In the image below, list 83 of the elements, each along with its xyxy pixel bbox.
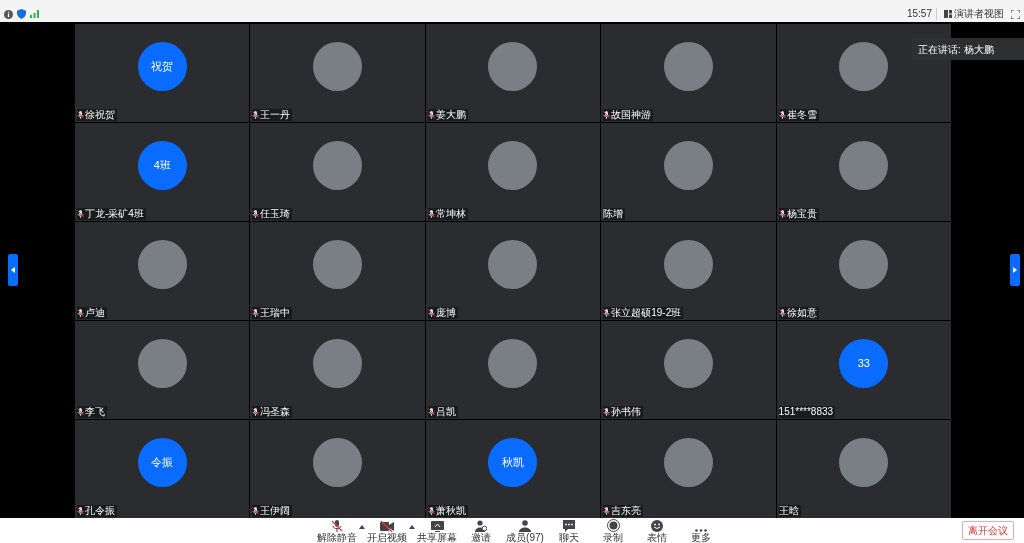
participant-tile[interactable]: 故国神游	[601, 24, 776, 122]
participant-name: 庞博	[435, 307, 456, 319]
participant-tile[interactable]: 冯圣森	[250, 321, 425, 419]
toolbar-button[interactable]: 录制	[591, 518, 635, 543]
layout-icon	[944, 10, 952, 18]
initials-avatar: 秋凯	[488, 437, 538, 487]
initials-avatar: 令振	[137, 437, 187, 487]
toolbar-button[interactable]: 邀请	[459, 518, 503, 543]
participant-name: 151****8833	[778, 406, 834, 418]
more-icon	[695, 529, 707, 532]
participant-name: 徐如意	[786, 307, 817, 319]
participant-tile[interactable]: 王一丹	[250, 24, 425, 122]
participant-name: 故国神游	[611, 109, 652, 121]
participant-name: 吉东亮	[611, 505, 642, 517]
participant-tile[interactable]: 姜大鹏	[425, 24, 601, 122]
toolbar-button[interactable]: 成员(97)	[503, 518, 547, 543]
participant-name: 崔冬雪	[786, 109, 817, 121]
previous-page-button[interactable]	[8, 254, 18, 286]
participant-tile[interactable]: 秋凯 萧秋凯	[425, 420, 601, 518]
participant-name: 孙书伟	[611, 406, 642, 418]
participant-name: 杨宝贵	[786, 208, 817, 220]
participant-tile[interactable]: 令振 孔令振	[75, 420, 250, 518]
participant-tile[interactable]: 徐如意	[776, 222, 951, 320]
participant-tile[interactable]: 常坤林	[425, 123, 601, 221]
participant-name: 任玉琦	[260, 208, 291, 220]
info-icon[interactable]	[4, 9, 13, 19]
participant-tile[interactable]: 4班 丁龙-采矿4班	[75, 123, 250, 221]
participant-name: 李飞	[85, 406, 105, 418]
initials-avatar: 祝贺	[137, 41, 187, 91]
participant-name: 丁龙-采矿4班	[85, 208, 144, 220]
participant-name: 王晗	[778, 505, 799, 517]
toolbar-button[interactable]: 更多	[679, 518, 723, 543]
person-icon	[519, 520, 531, 532]
participant-tile[interactable]: 任玉琦	[250, 123, 425, 221]
participant-name: 张立超硕19-2班	[611, 307, 682, 319]
participant-name: 萧秋凯	[435, 505, 466, 517]
participant-tile[interactable]: 李飞	[75, 321, 250, 419]
speaker-view-button[interactable]: 演讲者视图	[941, 8, 1007, 20]
participant-tile[interactable]: 庞博	[425, 222, 601, 320]
participant-tile[interactable]: 王瑞中	[250, 222, 425, 320]
participant-name: 姜大鹏	[435, 109, 466, 121]
participant-tile[interactable]: 王晗	[776, 420, 951, 518]
fullscreen-icon[interactable]	[1011, 9, 1020, 19]
signal-icon	[30, 10, 39, 18]
participant-name: 孔令振	[85, 505, 115, 517]
toolbar-button[interactable]: 聊天	[547, 518, 591, 543]
participant-name: 吕凯	[435, 406, 456, 418]
right-arrow-icon	[1013, 267, 1017, 273]
record-icon	[606, 519, 620, 532]
toolbar-button[interactable]: 共享屏幕	[415, 518, 459, 543]
participant-name: 冯圣森	[260, 406, 291, 418]
shield-icon[interactable]	[17, 9, 26, 19]
participant-name: 常坤林	[435, 208, 466, 220]
initials-avatar: 33	[839, 338, 889, 388]
participant-name: 王一丹	[260, 109, 291, 121]
participant-tile[interactable]: 祝贺 徐祝贺	[75, 24, 250, 122]
caret-icon[interactable]	[409, 525, 415, 529]
initials-avatar: 4班	[137, 140, 187, 190]
participant-name: 王瑞中	[260, 307, 291, 319]
participant-tile[interactable]: 孙书伟	[601, 321, 776, 419]
participant-tile[interactable]: 张立超硕19-2班	[601, 222, 776, 320]
participant-tile[interactable]: 吕凯	[425, 321, 601, 419]
toolbar-button[interactable]: 开启视频	[365, 518, 409, 543]
meeting-time: 15:57	[902, 8, 937, 20]
participant-tile[interactable]: 吉东亮	[601, 420, 776, 518]
participant-tile[interactable]: 杨宝贵	[776, 123, 951, 221]
participant-tile[interactable]: 王伊阔	[250, 420, 425, 518]
participant-name: 王伊阔	[260, 505, 291, 517]
next-page-button[interactable]	[1010, 254, 1020, 286]
muted-mic-icon	[331, 520, 343, 532]
screen-share-icon	[430, 521, 444, 532]
toolbar-button[interactable]: 表情	[635, 518, 679, 543]
participant-name: 徐祝贺	[85, 109, 115, 121]
participant-tile[interactable]: 卢迪	[75, 222, 250, 320]
participant-tile[interactable]: 33 151****8833	[776, 321, 951, 419]
participant-name: 陈增	[603, 208, 624, 220]
left-arrow-icon	[11, 267, 15, 273]
video-off-icon	[380, 521, 394, 532]
toolbar-button[interactable]: 解除静音	[315, 518, 359, 543]
caret-icon[interactable]	[359, 525, 365, 529]
participant-name: 卢迪	[85, 307, 105, 319]
participant-tile[interactable]: 陈增	[601, 123, 776, 221]
leave-meeting-button[interactable]: 离开会议	[962, 521, 1014, 540]
